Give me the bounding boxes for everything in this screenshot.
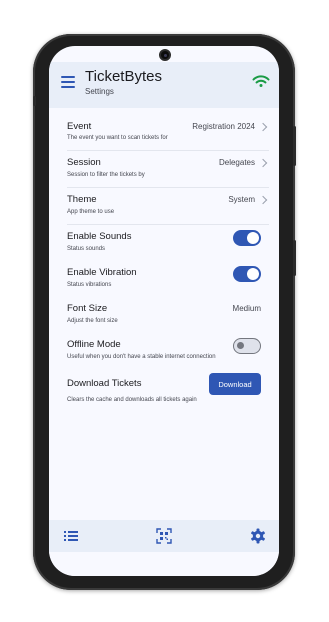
chevron-right-icon bbox=[258, 158, 268, 168]
offline-toggle[interactable] bbox=[233, 338, 261, 354]
setting-title: Session bbox=[67, 157, 101, 168]
vibration-toggle[interactable] bbox=[233, 266, 261, 282]
app-title: TicketBytes bbox=[85, 68, 162, 85]
setting-title: Theme bbox=[67, 194, 97, 205]
setting-description: Clears the cache and downloads all ticke… bbox=[67, 397, 197, 403]
setting-description: Adjust the font size bbox=[67, 318, 118, 324]
setting-value: Delegates bbox=[218, 158, 255, 167]
chevron-right-icon bbox=[258, 195, 268, 205]
setting-value: Medium bbox=[232, 304, 261, 313]
volume-button bbox=[293, 126, 296, 166]
chevron-right-icon bbox=[258, 122, 268, 132]
setting-description: Status vibrations bbox=[67, 282, 112, 288]
sounds-toggle[interactable] bbox=[233, 230, 261, 246]
setting-offline: Offline Mode Useful when you don't have … bbox=[49, 333, 279, 369]
app-bar: TicketBytes Settings bbox=[49, 62, 279, 108]
setting-value: Registration 2024 bbox=[192, 122, 255, 131]
setting-description: Status sounds bbox=[67, 246, 106, 252]
setting-download: Download Tickets Clears the cache and do… bbox=[49, 370, 279, 410]
system-gesture-area bbox=[49, 552, 279, 576]
download-button[interactable]: Download bbox=[209, 373, 261, 395]
setting-title: Enable Sounds bbox=[67, 231, 132, 242]
setting-sounds: Enable Sounds Status sounds bbox=[49, 225, 279, 261]
power-button bbox=[293, 240, 296, 276]
setting-event[interactable]: Event The event you want to scan tickets… bbox=[49, 108, 279, 145]
setting-title: Offline Mode bbox=[67, 339, 121, 350]
side-button-left bbox=[33, 96, 36, 106]
list-icon[interactable] bbox=[63, 528, 79, 544]
setting-title: Font Size bbox=[67, 303, 108, 314]
setting-title: Enable Vibration bbox=[67, 267, 137, 278]
front-camera bbox=[159, 49, 171, 61]
setting-value: System bbox=[228, 195, 255, 204]
setting-description: Session to filter the tickets by bbox=[67, 172, 145, 178]
setting-description: App theme to use bbox=[67, 209, 115, 215]
setting-description: The event you want to scan tickets for bbox=[67, 135, 168, 141]
setting-description: Useful when you don't have a stable inte… bbox=[67, 354, 216, 360]
setting-title: Event bbox=[67, 121, 92, 132]
setting-title: Download Tickets bbox=[67, 378, 142, 389]
phone-screen: TicketBytes Settings Event The event you… bbox=[49, 46, 279, 576]
page-subtitle: Settings bbox=[85, 87, 114, 96]
gear-icon[interactable] bbox=[250, 528, 266, 544]
setting-session[interactable]: Session Session to filter the tickets by… bbox=[49, 151, 279, 188]
bottom-navigation bbox=[49, 520, 279, 552]
setting-font-size[interactable]: Font Size Adjust the font size Medium bbox=[49, 297, 279, 333]
wifi-icon bbox=[252, 75, 270, 87]
qr-scan-icon[interactable] bbox=[156, 528, 172, 544]
menu-icon[interactable] bbox=[61, 76, 75, 88]
setting-theme[interactable]: Theme App theme to use System bbox=[49, 188, 279, 225]
setting-vibration: Enable Vibration Status vibrations bbox=[49, 261, 279, 297]
